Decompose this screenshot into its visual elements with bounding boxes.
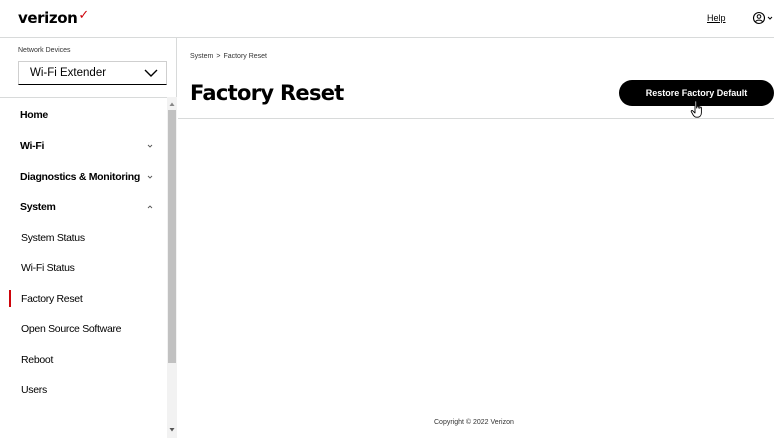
device-select-value: Wi-Fi Extender xyxy=(30,67,107,79)
network-device-select[interactable]: Wi-Fi Extender xyxy=(18,61,167,85)
nav-divider xyxy=(0,97,177,98)
sidebar: Network Devices Wi-Fi Extender Home Wi-F… xyxy=(0,38,177,438)
sidebar-item-users[interactable]: Users xyxy=(0,375,167,405)
sidebar-item-home[interactable]: Home xyxy=(0,100,167,130)
sidebar-item-label: Users xyxy=(21,384,47,396)
breadcrumb-current: Factory Reset xyxy=(223,53,268,60)
network-devices-label: Network Devices xyxy=(18,47,71,54)
logo-check-icon: ✓ xyxy=(78,8,89,23)
sidebar-scrollbar[interactable] xyxy=(167,97,177,438)
sidebar-item-label: Diagnostics & Monitoring xyxy=(20,171,140,183)
verizon-logo[interactable]: verizon✓ xyxy=(18,8,89,27)
chevron-down-icon xyxy=(144,69,158,77)
sidebar-item-label: Home xyxy=(20,109,48,121)
breadcrumb: System > Factory Reset xyxy=(190,53,267,60)
breadcrumb-system[interactable]: System xyxy=(190,53,213,60)
scrollbar-thumb[interactable] xyxy=(168,110,176,363)
sidebar-item-open-source-software[interactable]: Open Source Software xyxy=(0,314,167,344)
user-icon xyxy=(752,11,773,25)
sidebar-item-wifi[interactable]: Wi-Fi xyxy=(0,131,167,161)
sidebar-item-label: System xyxy=(20,201,56,213)
top-header: verizon✓ Help xyxy=(0,0,774,38)
sidebar-item-label: Factory Reset xyxy=(21,293,83,305)
scroll-up-arrow-icon[interactable] xyxy=(169,101,175,107)
sidebar-item-label: System Status xyxy=(21,232,85,244)
scroll-down-arrow-icon[interactable] xyxy=(169,427,175,433)
sidebar-item-diagnostics-monitoring[interactable]: Diagnostics & Monitoring xyxy=(0,162,167,192)
chevron-up-icon xyxy=(147,205,153,209)
hand-pointer-cursor-icon xyxy=(690,100,702,118)
chevron-down-icon xyxy=(147,144,153,148)
page-title: Factory Reset xyxy=(190,81,344,105)
user-menu-button[interactable] xyxy=(752,10,774,26)
sidebar-item-reboot[interactable]: Reboot xyxy=(0,345,167,375)
sidebar-item-system-status[interactable]: System Status xyxy=(0,223,167,253)
logo-text: verizon xyxy=(18,9,78,27)
sidebar-item-factory-reset[interactable]: Factory Reset xyxy=(0,284,167,314)
sidebar-item-label: Wi-Fi Status xyxy=(21,262,75,274)
sidebar-item-label: Reboot xyxy=(21,354,54,366)
active-indicator xyxy=(9,290,11,307)
sidebar-item-label: Wi-Fi xyxy=(20,140,45,152)
copyright-text: Copyright © 2022 Verizon xyxy=(434,419,514,426)
sidebar-item-system[interactable]: System xyxy=(0,192,167,222)
title-divider xyxy=(178,118,774,119)
breadcrumb-separator: > xyxy=(216,53,221,60)
chevron-down-icon xyxy=(147,175,153,179)
sidebar-item-wifi-status[interactable]: Wi-Fi Status xyxy=(0,253,167,283)
help-link[interactable]: Help xyxy=(707,13,726,23)
sidebar-item-label: Open Source Software xyxy=(21,323,122,335)
